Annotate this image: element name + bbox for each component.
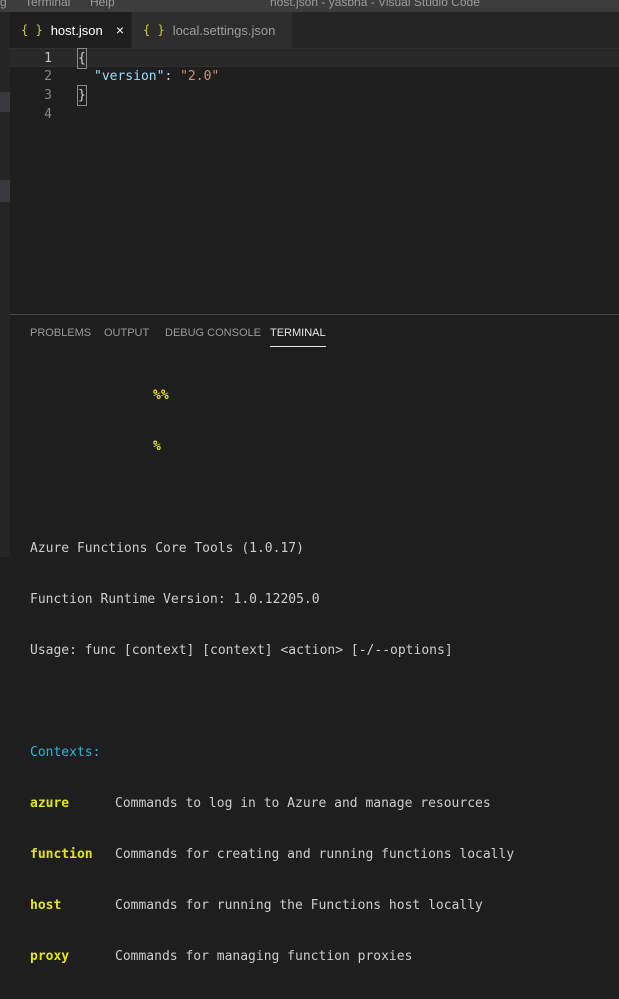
code-text: { — [77, 48, 87, 69]
contexts-heading: Contexts: — [30, 745, 101, 760]
context-desc: Commands for creating and running functi… — [115, 847, 515, 862]
tab-label: host.json — [50, 22, 103, 38]
code-line: 4 — [10, 105, 619, 124]
context-name: host — [30, 898, 62, 913]
line-number: 2 — [44, 69, 52, 84]
line-number: 3 — [44, 88, 52, 103]
json-file-icon: { } — [143, 23, 165, 37]
usage-line: Usage: func [context] [context] <action>… — [30, 643, 453, 658]
tab-host-json[interactable]: { } host.json × — [10, 12, 131, 48]
context-name: azure — [30, 796, 70, 811]
tab-output[interactable]: OUTPUT — [104, 327, 149, 347]
sidebar-item[interactable] — [0, 92, 10, 112]
line-number: 4 — [44, 107, 52, 122]
context-desc: Commands for running the Functions host … — [115, 898, 483, 913]
context-row: host Commands for running the Functions h… — [30, 897, 619, 914]
context-row: proxy Commands for managing function prox… — [30, 948, 619, 965]
sidebar-edge — [0, 12, 10, 557]
code-editor[interactable]: 1 { 2 "version": "2.0" 3 } 4 — [10, 48, 619, 314]
code-line: 1 { — [10, 48, 619, 69]
title-bar: g Terminal Help host.json - yasbha - Vis… — [0, 0, 619, 12]
terminal-line: % — [30, 438, 619, 455]
tab-terminal[interactable]: TERMINAL — [270, 327, 326, 347]
menu-item-terminal[interactable]: Terminal — [25, 0, 70, 9]
line-number: 1 — [44, 51, 52, 66]
menu-item-help[interactable]: Help — [90, 0, 115, 9]
tab-problems[interactable]: PROBLEMS — [30, 327, 91, 347]
terminal-output[interactable]: %% % Azure Functions Core Tools (1.0.17)… — [30, 353, 619, 999]
bottom-panel: PROBLEMS OUTPUT DEBUG CONSOLE TERMINAL %… — [10, 314, 619, 964]
tab-label: local.settings.json — [172, 22, 276, 38]
code-text: } — [77, 85, 87, 106]
sidebar-item[interactable] — [0, 180, 10, 202]
close-icon[interactable]: × — [109, 12, 131, 48]
tab-local-settings-json[interactable]: { } local.settings.json — [131, 12, 292, 48]
json-value: "2.0" — [180, 69, 220, 84]
context-desc: Commands for managing function proxies — [115, 949, 413, 964]
ascii-art: % — [153, 439, 161, 454]
runtime-version: Function Runtime Version: 1.0.12205.0 — [30, 592, 320, 607]
context-row: function Commands for creating and runnin… — [30, 846, 619, 863]
core-tools-version: Azure Functions Core Tools (1.0.17) — [30, 541, 304, 556]
json-key: "version" — [94, 69, 165, 84]
terminal-line: %% — [30, 387, 619, 404]
menu-item-partial[interactable]: g — [0, 0, 7, 9]
json-separator: : — [164, 69, 181, 84]
code-line: 3 } — [10, 85, 619, 106]
json-file-icon: { } — [21, 23, 43, 37]
context-desc: Commands to log in to Azure and manage r… — [115, 796, 491, 811]
code-text: "version": "2.0" — [94, 67, 219, 86]
tab-debug-console[interactable]: DEBUG CONSOLE — [165, 327, 261, 347]
ascii-art: %% — [153, 388, 169, 403]
context-row: azure Commands to log in to Azure and man… — [30, 795, 619, 812]
context-name: function — [30, 847, 93, 862]
window-title: host.json - yasbha - Visual Studio Code — [270, 0, 480, 9]
context-name: proxy — [30, 949, 70, 964]
editor-tab-bar: { } host.json × { } local.settings.json — [10, 12, 619, 48]
code-line: 2 "version": "2.0" — [10, 67, 619, 86]
